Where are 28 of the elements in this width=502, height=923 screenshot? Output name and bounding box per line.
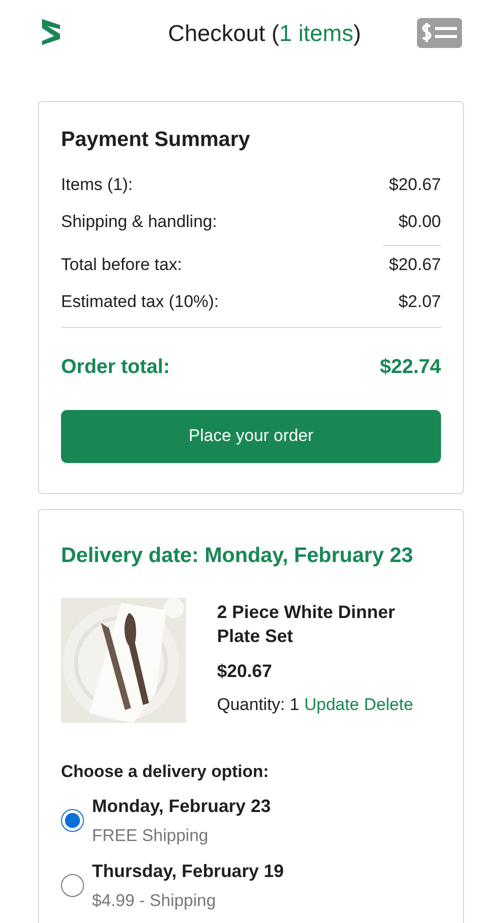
option-date: Monday, February 23 bbox=[92, 794, 271, 818]
product-name: 2 Piece White Dinner Plate Set bbox=[217, 601, 396, 648]
summary-label: Shipping & handling: bbox=[61, 211, 217, 233]
summary-label: Items (1): bbox=[61, 174, 133, 196]
product-link[interactable]: Update bbox=[304, 695, 360, 714]
total-value: $22.74 bbox=[380, 354, 441, 380]
product-price: $20.67 bbox=[217, 660, 274, 683]
summary-value: $20.67 bbox=[389, 254, 441, 276]
page-title: Checkout (1 items) bbox=[168, 18, 362, 48]
product-link[interactable]: Delete bbox=[364, 695, 414, 714]
option-price: FREE Shipping bbox=[92, 824, 210, 846]
summary-value: $20.67 bbox=[389, 174, 441, 196]
logo-icon[interactable] bbox=[40, 17, 62, 47]
summary-value: $0.00 bbox=[398, 211, 441, 233]
delivery-date: Delivery date: Monday, February 23 bbox=[61, 542, 414, 568]
receipt-icon[interactable] bbox=[416, 18, 462, 48]
radio-button[interactable] bbox=[61, 874, 84, 898]
radio-button[interactable] bbox=[61, 808, 84, 832]
summary-label: Total before tax: bbox=[61, 254, 182, 276]
section-title: Payment Summary bbox=[61, 127, 252, 153]
place-order-button[interactable]: Place your order bbox=[61, 410, 441, 462]
option-price: $4.99 - Shipping bbox=[92, 890, 217, 912]
total-label: Order total: bbox=[61, 354, 170, 380]
summary-label: Estimated tax (10%): bbox=[61, 291, 219, 313]
quantity-label: Quantity: 1 bbox=[217, 695, 300, 714]
options-title: Choose a delivery option: bbox=[61, 761, 270, 783]
option-date: Thursday, February 19 bbox=[92, 860, 284, 883]
summary-value: $2.07 bbox=[398, 291, 441, 313]
